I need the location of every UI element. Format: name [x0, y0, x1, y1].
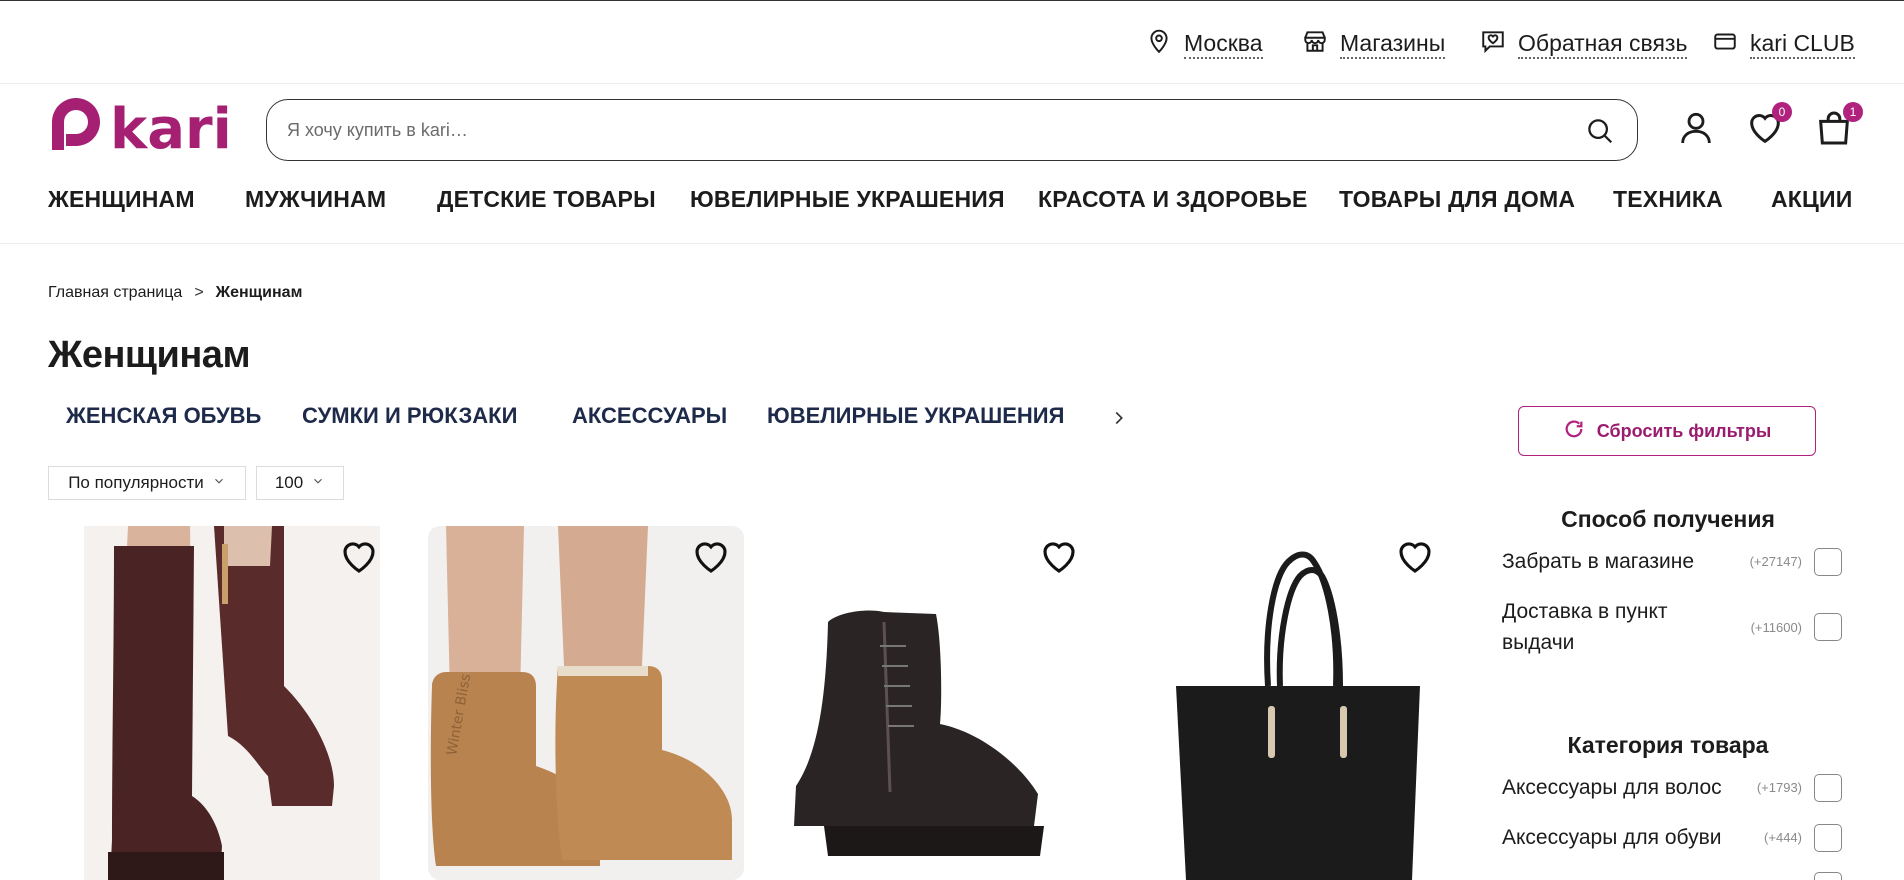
page-title: Женщинам	[48, 334, 251, 376]
nav-item-tech[interactable]: ТЕХНИКА	[1613, 186, 1723, 213]
filter-option-label: Аксессуары для волос	[1502, 776, 1722, 799]
filter-option-shoe-accessories[interactable]: Аксессуары для обуви (+444)	[1502, 822, 1842, 853]
favorite-heart-icon[interactable]	[690, 536, 732, 578]
filter-option-hair-accessories[interactable]: Аксессуары для волос (+1793)	[1502, 772, 1842, 803]
logo-wordmark: kari	[110, 97, 232, 154]
card-icon	[1712, 28, 1738, 60]
subcategory-jewelry[interactable]: ЮВЕЛИРНЫЕ УКРАШЕНИЯ	[767, 403, 1064, 429]
filter-option-pickup[interactable]: Забрать в магазине (+27147)	[1502, 546, 1842, 577]
location-pin-icon	[1146, 28, 1172, 60]
product-image	[784, 526, 1100, 880]
filter-option-delivery-point[interactable]: Доставка в пункт выдачи (+11600)	[1502, 596, 1842, 658]
store-icon	[1302, 28, 1328, 60]
reset-filters-button[interactable]: Сбросить фильтры	[1518, 406, 1816, 456]
breadcrumb-current: Женщинам	[215, 284, 303, 301]
club-link[interactable]: kari CLUB	[1712, 27, 1855, 61]
nav-item-jewelry[interactable]: ЮВЕЛИРНЫЕ УКРАШЕНИЯ	[690, 186, 1005, 213]
filter-option-label: Доставка в пункт выдачи	[1502, 600, 1668, 654]
subcategory-accessories[interactable]: АКСЕССУАРЫ	[572, 403, 727, 429]
nav-item-men[interactable]: МУЖЧИНАМ	[245, 186, 386, 213]
filter-category-title: Категория товара	[1567, 732, 1769, 758]
chevron-right-icon[interactable]	[1108, 406, 1130, 430]
filter-option-count: (+27147)	[1749, 554, 1802, 569]
per-page-value: 100	[274, 473, 304, 492]
feedback-link[interactable]: Обратная связь	[1480, 27, 1688, 61]
favorite-heart-icon[interactable]	[1394, 536, 1436, 578]
breadcrumb-home[interactable]: Главная страница	[48, 284, 182, 302]
favorite-heart-icon[interactable]	[338, 536, 380, 578]
search-bar	[266, 99, 1638, 161]
filter-delivery-title: Способ получения	[1561, 506, 1775, 532]
product-card[interactable]	[84, 526, 380, 880]
subcategory-shoes[interactable]: ЖЕНСКАЯ ОБУВЬ	[66, 403, 261, 429]
filter-option-count: (+11600)	[1750, 619, 1802, 635]
sort-order-value: По популярности	[68, 473, 204, 492]
filter-checkbox[interactable]	[1814, 823, 1842, 852]
favorite-heart-icon[interactable]	[1038, 536, 1080, 578]
city-label: Москва	[1184, 29, 1263, 59]
account-icon[interactable]	[1676, 108, 1716, 148]
feedback-heart-icon	[1480, 28, 1506, 60]
filter-option-label: Забрать в магазине	[1502, 550, 1695, 573]
filter-option-count: (+444)	[1764, 830, 1802, 845]
kari-logo-mark: kari	[52, 97, 232, 162]
nav-item-beauty[interactable]: КРАСОТА И ЗДОРОВЬЕ	[1038, 186, 1308, 213]
breadcrumb: Главная страница > Женщинам	[48, 284, 302, 302]
feedback-label: Обратная связь	[1518, 29, 1688, 59]
chevron-down-icon	[212, 473, 226, 493]
per-page-select[interactable]: 100	[256, 466, 344, 500]
product-image	[84, 526, 380, 880]
nav-item-women[interactable]: ЖЕНЩИНАМ	[48, 186, 195, 213]
sort-order-select[interactable]: По популярности	[48, 466, 246, 500]
favorites-count-badge: 0	[1772, 102, 1792, 122]
product-image	[1140, 526, 1456, 880]
cart-count-badge: 1	[1843, 102, 1863, 122]
product-image: Winter Bliss	[428, 526, 744, 880]
nav-item-sales[interactable]: АКЦИИ	[1771, 186, 1853, 213]
filter-checkbox[interactable]	[1814, 613, 1842, 641]
refresh-icon	[1563, 418, 1585, 445]
reset-filters-label: Сбросить фильтры	[1596, 420, 1772, 441]
stores-label: Магазины	[1340, 29, 1446, 59]
filter-option-count: (+1793)	[1756, 780, 1802, 795]
product-card[interactable]: Winter Bliss	[428, 526, 744, 880]
product-card[interactable]	[784, 526, 1100, 880]
filter-option-next-partial	[1502, 872, 1842, 880]
filter-option-label: Аксессуары для обуви	[1502, 826, 1722, 849]
stores-link[interactable]: Магазины	[1302, 27, 1446, 61]
top-utility-bar: Москва Магазины Обратная связь kari CLUB	[0, 0, 1904, 84]
main-navigation: ЖЕНЩИНАМ МУЖЧИНАМ ДЕТСКИЕ ТОВАРЫ ЮВЕЛИРН…	[0, 176, 1904, 244]
filter-checkbox[interactable]	[1814, 773, 1842, 802]
breadcrumb-separator: >	[194, 284, 204, 301]
product-card[interactable]	[1140, 526, 1456, 880]
nav-item-home[interactable]: ТОВАРЫ ДЛЯ ДОМА	[1339, 186, 1575, 213]
kari-logo[interactable]: kari	[48, 94, 234, 162]
nav-item-kids[interactable]: ДЕТСКИЕ ТОВАРЫ	[437, 186, 656, 213]
filter-checkbox[interactable]	[1814, 872, 1842, 880]
filter-checkbox[interactable]	[1814, 547, 1842, 576]
search-input[interactable]	[287, 114, 1527, 146]
city-selector[interactable]: Москва	[1146, 27, 1263, 61]
subcategory-bags[interactable]: СУМКИ И РЮКЗАКИ	[302, 403, 517, 429]
search-icon[interactable]	[1585, 116, 1615, 146]
chevron-down-icon	[311, 473, 325, 493]
club-label: kari CLUB	[1750, 29, 1855, 59]
